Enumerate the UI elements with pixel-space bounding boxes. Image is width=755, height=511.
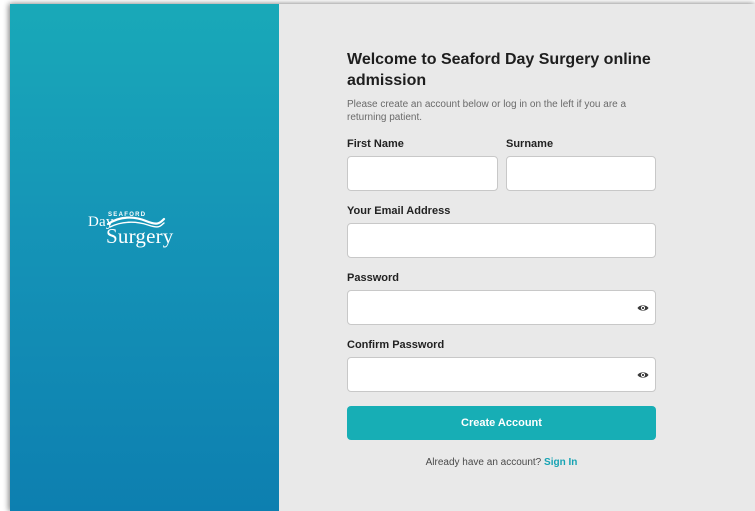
surname-label: Surname [506,138,554,150]
page-title: Welcome to Seaford Day Surgery online ad… [347,51,651,89]
already-have-account-text: Already have an account? [425,457,542,468]
create-account-button[interactable]: Create Account [347,406,656,440]
signup-form-panel: Welcome to Seaford Day Surgery online ad… [279,4,755,511]
brand-panel: Day SEAFORD Surgery [10,4,279,511]
logo-surgery-text: Surgery [106,224,174,248]
password-input[interactable] [347,290,656,325]
sign-in-link[interactable]: Sign In [544,457,577,468]
sign-in-prompt: Already have an account? Sign In [347,457,656,468]
surname-input[interactable] [506,156,656,191]
confirm-password-input[interactable] [347,357,656,392]
page-subtitle: Please create an account below or log in… [347,99,627,123]
seaford-day-surgery-logo: Day SEAFORD Surgery [86,207,196,257]
email-label: Your Email Address [347,205,451,217]
confirm-password-label: Confirm Password [347,339,445,351]
email-input[interactable] [347,223,656,258]
first-name-input[interactable] [347,156,498,191]
first-name-label: First Name [347,138,404,150]
eye-icon[interactable] [637,303,649,313]
signup-window: Day SEAFORD Surgery Welcome to Seaford D… [10,4,755,511]
password-label: Password [347,272,399,284]
eye-icon[interactable] [637,370,649,380]
